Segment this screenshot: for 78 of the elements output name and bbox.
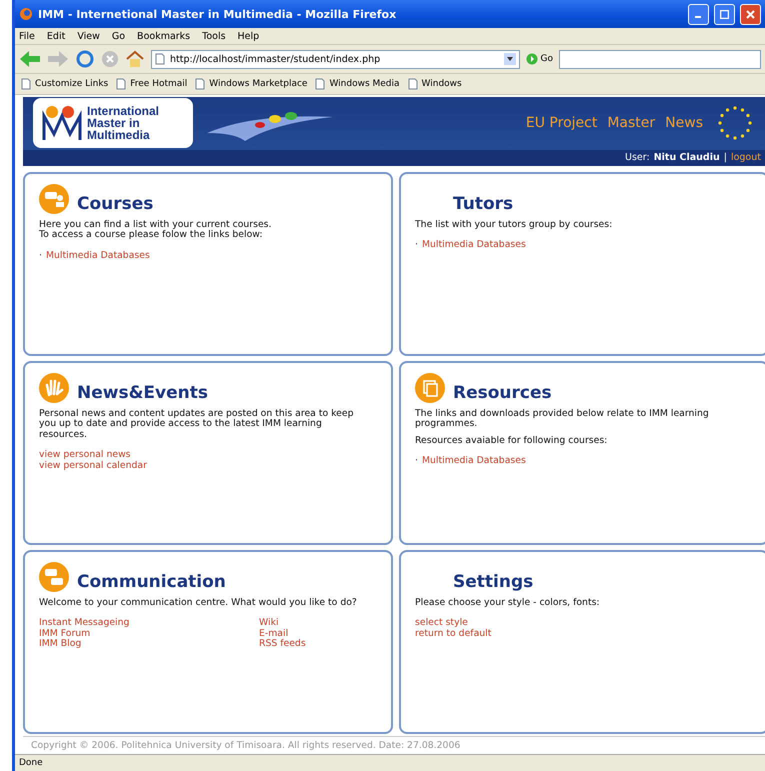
card-link[interactable]: IMM Blog — [39, 639, 82, 650]
maximize-button[interactable] — [714, 4, 735, 24]
dropdown-icon[interactable] — [504, 53, 516, 65]
window-title: IMM - Internetional Master in Multimedia - Mozilla Firefox — [38, 8, 398, 20]
bookmark-link[interactable]: Windows Media — [315, 78, 400, 90]
status-text: Done — [19, 758, 43, 768]
menu-item[interactable]: Bookmarks — [137, 30, 190, 42]
close-icon — [746, 10, 755, 18]
browser-icon — [19, 7, 33, 21]
card-link[interactable]: IMM Forum — [39, 628, 90, 640]
address-field[interactable]: http://localhost/immaster/student/index.php — [151, 50, 520, 68]
logout-link[interactable]: logout — [730, 152, 761, 164]
card-title: Tutors — [453, 194, 514, 214]
bullet: · — [415, 456, 418, 467]
page-icon — [195, 78, 206, 90]
card-link[interactable]: E-mail — [259, 628, 288, 640]
card-text: Personal news and content updates are posted on this area to keep you up to date and provide access to the latest IMM learning resources. — [39, 408, 355, 440]
logo-icon — [41, 104, 83, 142]
card-link[interactable]: view personal calendar — [39, 460, 147, 472]
card-text: The list with your tutors group by courses: — [415, 220, 614, 230]
user-name: Nitu Claudiu — [654, 152, 720, 164]
logo-text: Master in — [87, 117, 140, 130]
card-link[interactable]: Multimedia Databases — [422, 240, 526, 251]
go-button[interactable]: Go — [526, 53, 553, 65]
separator-text: | — [724, 152, 727, 164]
bookmark-link[interactable]: Free Hotmail — [116, 78, 188, 90]
menu-item[interactable]: Help — [238, 30, 260, 42]
maximize-icon — [720, 10, 729, 18]
card-icon — [39, 184, 69, 214]
page-icon — [315, 78, 326, 90]
page-icon — [21, 78, 31, 90]
bullet: · — [415, 240, 418, 251]
card-text: Welcome to your communication centre. What would you like to do? — [39, 598, 358, 608]
menu-item[interactable]: Go — [112, 30, 126, 42]
nav-link[interactable]: EU Project — [526, 115, 598, 132]
bookmark-link[interactable]: Customize Links — [21, 78, 108, 90]
card-icon — [39, 562, 69, 592]
card-link[interactable]: return to default — [415, 628, 492, 640]
search-field[interactable] — [559, 50, 761, 68]
card-link[interactable]: Multimedia Databases — [422, 456, 526, 467]
copyright-text: Copyright © 2006. Politehnica University of Timisoara. All rights reserved. Date: 27.08.2006 — [31, 740, 460, 751]
reload-icon[interactable] — [75, 49, 95, 69]
menu-item[interactable]: File — [19, 30, 35, 42]
card-text: Here you can find a list with your current courses. To access a course please folow the links below: — [39, 220, 272, 241]
card-text: Please choose your style - colors, fonts: — [415, 598, 601, 608]
close-button[interactable] — [740, 4, 761, 24]
page-icon — [408, 78, 418, 90]
back-arrow-icon[interactable] — [19, 50, 41, 68]
minimize-button[interactable] — [688, 4, 709, 24]
logo-text: Multimedia — [87, 129, 151, 142]
card-title: Settings — [453, 572, 534, 592]
page-icon — [155, 53, 165, 65]
user-label: User: — [625, 152, 650, 164]
card-link[interactable]: RSS feeds — [259, 639, 306, 650]
nav-link[interactable]: Master — [607, 115, 656, 132]
card-link[interactable]: Multimedia Databases — [46, 250, 150, 262]
bookmark-link[interactable]: Windows — [408, 78, 462, 90]
menu-item[interactable]: Edit — [46, 30, 66, 42]
card-title: Resources — [453, 382, 552, 403]
home-icon[interactable] — [125, 50, 145, 68]
card-icon — [415, 372, 445, 403]
card-link[interactable]: Wiki — [259, 618, 279, 629]
card-title: Courses — [77, 194, 154, 214]
nav-link[interactable]: News — [665, 115, 703, 132]
card-link[interactable]: select style — [415, 618, 468, 629]
logo-text: International — [87, 105, 160, 118]
card-title: News&Events — [77, 382, 208, 403]
card-title: Communication — [77, 572, 226, 592]
menu-item[interactable]: View — [77, 30, 100, 42]
card-link[interactable]: Instant Messageing — [39, 618, 130, 629]
card-link[interactable]: view personal news — [39, 450, 131, 461]
card-text: Resources avaiable for following courses: — [415, 436, 608, 446]
bullet: · — [39, 250, 42, 262]
menu-item[interactable]: Tools — [202, 30, 226, 42]
bookmark-link[interactable]: Windows Marketplace — [195, 78, 308, 90]
card-text: The links and downloads provided below relate to IMM learning programmes. — [415, 408, 710, 430]
page-icon — [116, 78, 126, 90]
card-icon — [39, 372, 69, 403]
